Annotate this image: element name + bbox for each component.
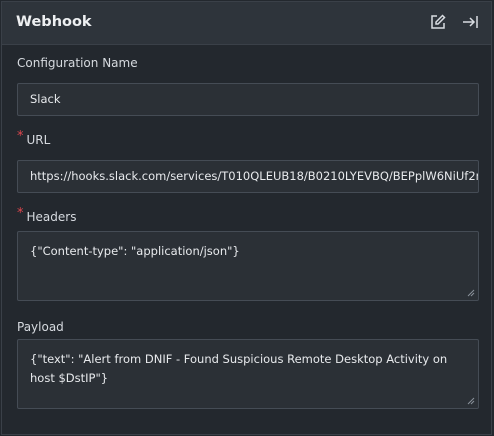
- payload-textarea[interactable]: {"text": "Alert from DNIF - Found Suspic…: [17, 339, 479, 409]
- collapse-arrow-icon[interactable]: [461, 13, 479, 31]
- panel-title: Webhook: [16, 14, 92, 30]
- headers-label: * Headers: [17, 206, 77, 225]
- url-label: * URL: [17, 129, 51, 148]
- resize-handle-icon[interactable]: [467, 397, 475, 405]
- resize-handle-icon[interactable]: [467, 289, 475, 297]
- required-asterisk: *: [17, 129, 24, 144]
- required-asterisk: *: [17, 206, 24, 221]
- url-input[interactable]: https://hooks.slack.com/services/T010QLE…: [17, 160, 479, 193]
- config-name-label: Configuration Name: [17, 56, 138, 70]
- url-label-text: URL: [26, 133, 51, 147]
- config-name-input[interactable]: Slack: [17, 83, 479, 116]
- headers-text: {"Content-type": "application/json"}: [30, 244, 240, 258]
- webhook-panel: Webhook Configuration Name Slack * URL ht…: [1, 1, 492, 435]
- payload-text: {"text": "Alert from DNIF - Found Suspic…: [30, 352, 448, 385]
- headers-label-text: Headers: [26, 210, 77, 224]
- payload-label: Payload: [17, 320, 64, 334]
- header-actions: [429, 13, 479, 31]
- edit-icon[interactable]: [429, 13, 447, 31]
- headers-textarea[interactable]: {"Content-type": "application/json"}: [17, 231, 479, 301]
- panel-header: Webhook: [2, 2, 491, 45]
